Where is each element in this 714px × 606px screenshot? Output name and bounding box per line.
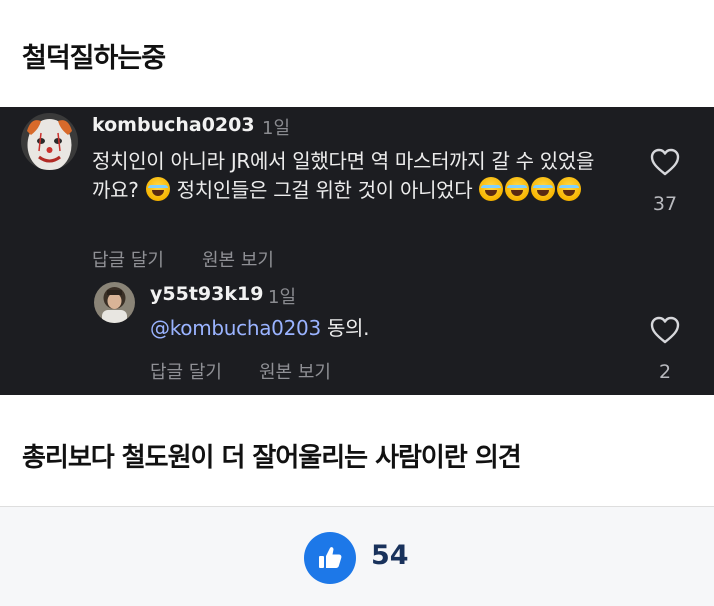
reply-username[interactable]: y55t93k19 (150, 283, 263, 305)
reply-timestamp: 1일 (268, 287, 297, 308)
reply-button[interactable]: 답글 달기 (150, 358, 222, 384)
laughing-tears-emoji-icon (531, 177, 556, 201)
clown-avatar[interactable] (21, 113, 78, 170)
comment-text: 정치인들은 그걸 위한 것이 아니었다 (170, 178, 479, 202)
reply-body: @kombucha0203 동의. (150, 314, 630, 343)
user-photo-avatar[interactable] (94, 282, 135, 323)
post-footer: 54 (0, 507, 714, 606)
mention-link[interactable]: @kombucha0203 (150, 316, 321, 340)
comment-body: 정치인이 아니라 JR에서 일했다면 역 마스터까지 갈 수 있었을까요? 정치… (92, 147, 612, 205)
thumbs-up-icon[interactable] (304, 532, 356, 584)
comment-thread: kombucha0203 1일 정치인이 아니라 JR에서 일했다면 역 마스터… (0, 107, 714, 395)
post-title: 철덕질하는중 (22, 43, 166, 74)
post-like-count: 54 (371, 540, 409, 571)
comment-username[interactable]: kombucha0203 (92, 114, 255, 136)
reply-text: 동의. (320, 316, 370, 340)
heart-icon[interactable] (650, 148, 680, 176)
laughing-tears-emoji-icon (479, 177, 504, 201)
like-count: 37 (652, 193, 678, 215)
like-count: 2 (658, 361, 672, 383)
heart-icon[interactable] (650, 316, 680, 344)
view-original-button[interactable]: 원본 보기 (259, 358, 331, 384)
comment-timestamp: 1일 (262, 118, 291, 139)
post-caption: 총리보다 철도원이 더 잘어울리는 사람이란 의견 (22, 443, 522, 473)
laughing-tears-emoji-icon (145, 177, 170, 201)
laughing-tears-emoji-icon (557, 177, 582, 201)
laughing-tears-emoji-icon (505, 177, 530, 201)
reply-button[interactable]: 답글 달기 (92, 246, 164, 272)
view-original-button[interactable]: 원본 보기 (202, 246, 274, 272)
